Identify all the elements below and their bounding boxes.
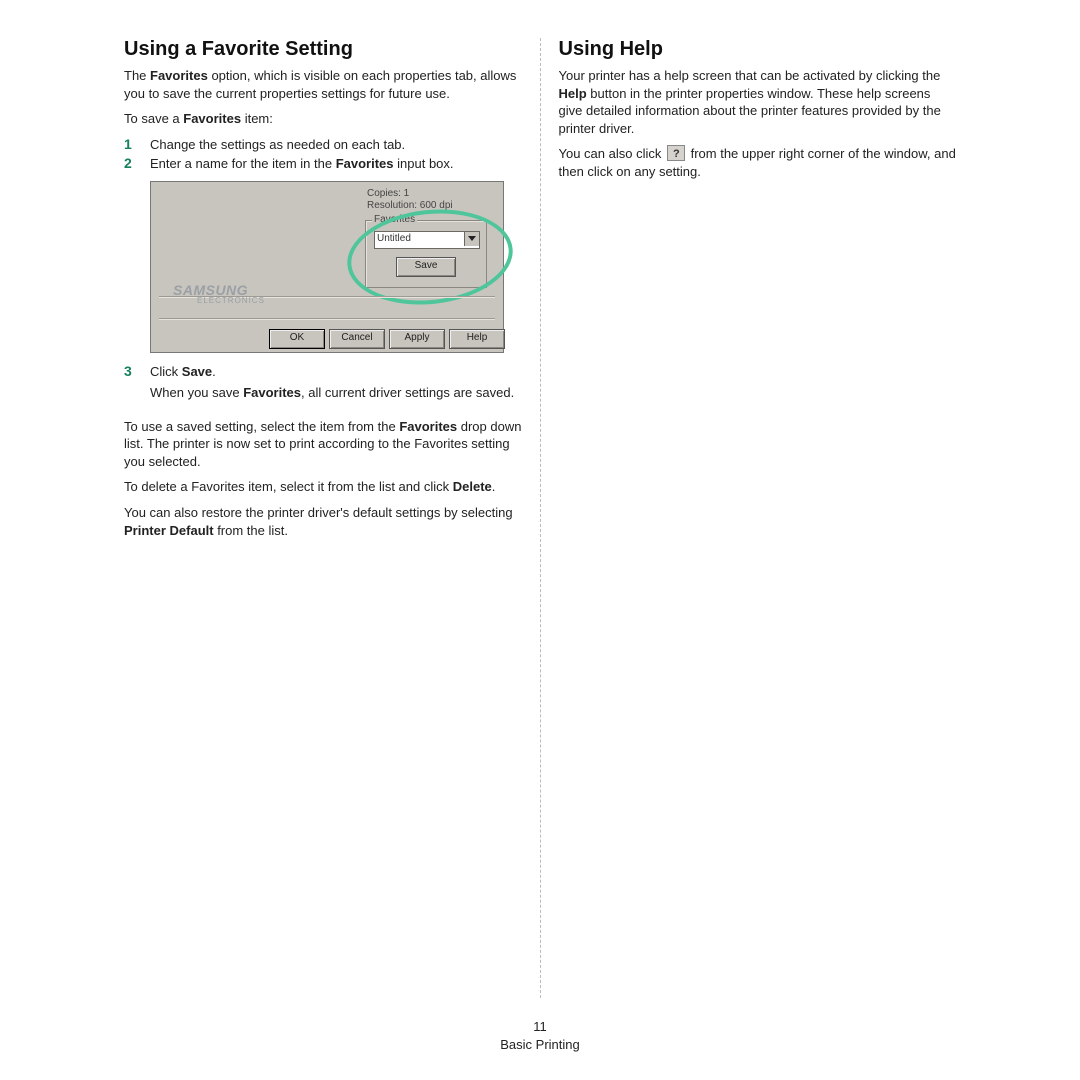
delete-paragraph: To delete a Favorites item, select it fr… <box>124 478 522 496</box>
column-right: Using Help Your printer has a help scree… <box>559 38 957 188</box>
step-body: Click Save. When you save Favorites, all… <box>150 363 522 410</box>
step-2: 2 Enter a name for the item in the Favor… <box>124 155 522 173</box>
dialog-button-row: OK Cancel Apply Help <box>269 329 499 349</box>
intro-paragraph: The Favorites option, which is visible o… <box>124 67 522 102</box>
svg-text:?: ? <box>673 148 680 159</box>
page-footer: 11 Basic Printing <box>0 1018 1080 1053</box>
page-number: 11 <box>0 1018 1080 1036</box>
brand-logo: SAMSUNG ELECTRONICS <box>173 284 265 305</box>
to-save-line: To save a Favorites item: <box>124 110 522 128</box>
step-number: 1 <box>124 136 150 154</box>
question-mark-icon: ? <box>667 145 685 161</box>
copies-readout: Copies: 1 <box>367 188 409 199</box>
column-divider <box>540 38 541 998</box>
heading-help: Using Help <box>559 38 957 61</box>
resolution-readout: Resolution: 600 dpi <box>367 200 453 211</box>
ok-button[interactable]: OK <box>269 329 325 349</box>
favorites-value: Untitled <box>377 233 411 244</box>
manual-page: Using a Favorite Setting The Favorites o… <box>124 38 956 998</box>
step-body: Enter a name for the item in the Favorit… <box>150 155 522 173</box>
heading-favorite: Using a Favorite Setting <box>124 38 522 61</box>
column-left: Using a Favorite Setting The Favorites o… <box>124 38 522 547</box>
step-number: 3 <box>124 363 150 410</box>
section-title: Basic Printing <box>0 1036 1080 1054</box>
favorites-legend: Favorites <box>372 214 417 225</box>
dialog-screenshot: Copies: 1 Resolution: 600 dpi Favorites … <box>150 181 504 353</box>
help-paragraph-1: Your printer has a help screen that can … <box>559 67 957 137</box>
step-3: 3 Click Save. When you save Favorites, a… <box>124 363 522 410</box>
save-button[interactable]: Save <box>396 257 456 277</box>
help-button[interactable]: Help <box>449 329 505 349</box>
chevron-down-icon[interactable] <box>464 232 479 246</box>
step-1: 1 Change the settings as needed on each … <box>124 136 522 154</box>
step-3-note: When you save Favorites, all current dri… <box>150 384 522 402</box>
to-use-paragraph: To use a saved setting, select the item … <box>124 418 522 471</box>
cancel-button[interactable]: Cancel <box>329 329 385 349</box>
steps-list-cont: 3 Click Save. When you save Favorites, a… <box>124 363 522 410</box>
help-paragraph-2: You can also click ? from the upper righ… <box>559 145 957 180</box>
apply-button[interactable]: Apply <box>389 329 445 349</box>
step-body: Change the settings as needed on each ta… <box>150 136 522 154</box>
favorites-dropdown[interactable]: Untitled <box>374 231 480 249</box>
separator <box>159 318 495 320</box>
default-paragraph: You can also restore the printer driver'… <box>124 504 522 539</box>
steps-list: 1 Change the settings as needed on each … <box>124 136 522 173</box>
step-number: 2 <box>124 155 150 173</box>
favorites-group: Favorites Untitled Save <box>365 220 487 288</box>
